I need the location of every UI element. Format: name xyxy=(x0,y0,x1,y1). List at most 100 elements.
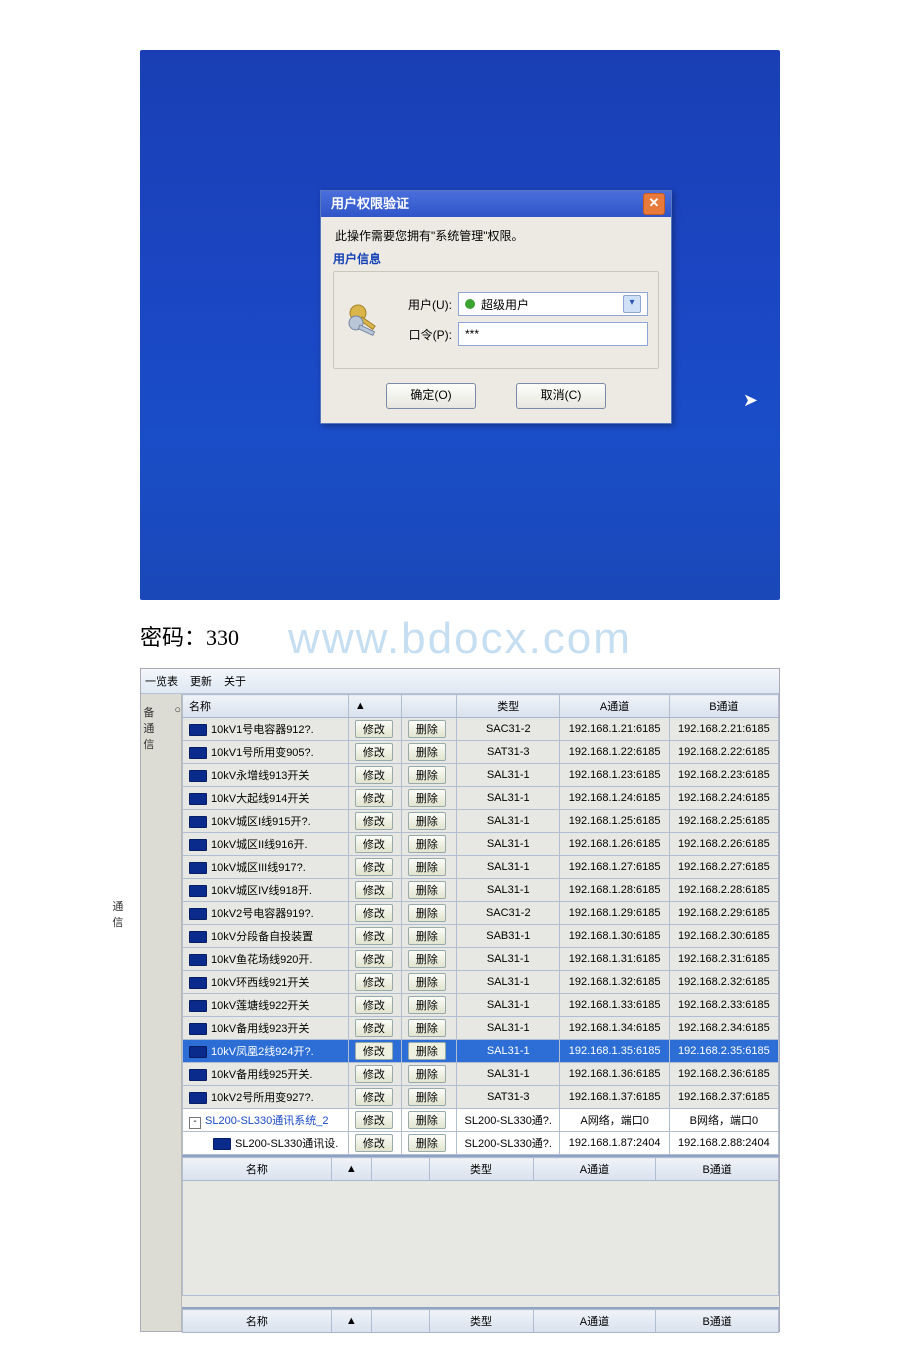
delete-button[interactable]: 删除 xyxy=(408,996,446,1014)
cell-type: SAL31-1 xyxy=(457,1040,560,1063)
edit-button[interactable]: 修改 xyxy=(355,904,393,922)
cell-b: 192.168.2.23:6185 xyxy=(669,764,778,787)
delete-button[interactable]: 删除 xyxy=(408,743,446,761)
bot-col-name[interactable]: 名称 xyxy=(183,1310,332,1333)
close-icon[interactable]: ✕ xyxy=(643,193,665,215)
delete-button[interactable]: 删除 xyxy=(408,927,446,945)
edit-button[interactable]: 修改 xyxy=(355,1134,393,1152)
cell-a: 192.168.1.21:6185 xyxy=(560,718,669,741)
col-name[interactable]: 名称 xyxy=(183,695,349,718)
delete-button[interactable]: 删除 xyxy=(408,904,446,922)
col-type[interactable]: 类型 xyxy=(457,695,560,718)
bot-col-a[interactable]: A通道 xyxy=(533,1310,656,1333)
table-row[interactable]: 10kV2号电容器919?.修改删除SAC31-2192.168.1.29:61… xyxy=(183,902,779,925)
edit-button[interactable]: 修改 xyxy=(355,789,393,807)
delete-button[interactable]: 删除 xyxy=(408,812,446,830)
table-row[interactable]: 10kV1号电容器912?.修改删除SAC31-2192.168.1.21:61… xyxy=(183,718,779,741)
edit-button[interactable]: 修改 xyxy=(355,858,393,876)
sub-col-b[interactable]: B通道 xyxy=(656,1158,779,1181)
bot-col-type[interactable]: 类型 xyxy=(429,1310,533,1333)
cell-a: 192.168.1.33:6185 xyxy=(560,994,669,1017)
delete-button[interactable]: 删除 xyxy=(408,858,446,876)
password-input[interactable]: *** xyxy=(458,322,648,346)
edit-button[interactable]: 修改 xyxy=(355,1019,393,1037)
col-sort[interactable]: ▲ xyxy=(348,695,401,718)
table-row[interactable]: 10kV永增线913开关修改删除SAL31-1192.168.1.23:6185… xyxy=(183,764,779,787)
device-icon xyxy=(189,1069,207,1081)
edit-button[interactable]: 修改 xyxy=(355,720,393,738)
table-row[interactable]: 10kV环西线921开关修改删除SAL31-1192.168.1.32:6185… xyxy=(183,971,779,994)
table-row[interactable]: 10kV备用线925开关.修改删除SAL31-1192.168.1.36:618… xyxy=(183,1063,779,1086)
edit-button[interactable]: 修改 xyxy=(355,973,393,991)
tree-row[interactable]: -SL200-SL330通讯系统_2修改删除SL200-SL330通?.A网络，… xyxy=(183,1109,779,1132)
sub-col-sort[interactable]: ▲ xyxy=(331,1158,371,1181)
table-row[interactable]: 10kV大起线914开关修改删除SAL31-1192.168.1.24:6185… xyxy=(183,787,779,810)
delete-button[interactable]: 删除 xyxy=(408,1042,446,1060)
edit-button[interactable]: 修改 xyxy=(355,1088,393,1106)
tree-expander-icon[interactable]: - xyxy=(189,1117,201,1129)
table-row[interactable]: 10kV城区IV线918开.修改删除SAL31-1192.168.1.28:61… xyxy=(183,879,779,902)
table-row[interactable]: 10kV分段备自投装置修改删除SAB31-1192.168.1.30:61851… xyxy=(183,925,779,948)
toolbar-about[interactable]: 关于 xyxy=(224,673,246,689)
delete-button[interactable]: 删除 xyxy=(408,720,446,738)
col-b[interactable]: B通道 xyxy=(669,695,778,718)
edit-button[interactable]: 修改 xyxy=(355,743,393,761)
cell-a: 192.168.1.28:6185 xyxy=(560,879,669,902)
cell-a: A网络，端口0 xyxy=(560,1109,669,1132)
edit-button[interactable]: 修改 xyxy=(355,766,393,784)
toolbar-list[interactable]: 一览表 xyxy=(145,673,178,689)
side-tab-comm2[interactable]: 通信 xyxy=(112,898,123,1325)
table-row[interactable]: 10kV备用线923开关修改删除SAL31-1192.168.1.34:6185… xyxy=(183,1017,779,1040)
user-label: 用户(U): xyxy=(392,296,458,313)
table-row[interactable]: 10kV2号所用变927?.修改删除SAT31-3192.168.1.37:61… xyxy=(183,1086,779,1109)
side-tab-comm1[interactable]: 备通信 xyxy=(143,704,154,1325)
table-row[interactable]: 10kV城区II线916开.修改删除SAL31-1192.168.1.26:61… xyxy=(183,833,779,856)
sub-col-a[interactable]: A通道 xyxy=(533,1158,656,1181)
cursor-icon: ➤ xyxy=(743,390,758,411)
col-a[interactable]: A通道 xyxy=(560,695,669,718)
delete-button[interactable]: 删除 xyxy=(408,881,446,899)
edit-button[interactable]: 修改 xyxy=(355,1111,393,1129)
sub-col-type[interactable]: 类型 xyxy=(429,1158,533,1181)
cell-a: 192.168.1.30:6185 xyxy=(560,925,669,948)
cell-type: SAT31-3 xyxy=(457,1086,560,1109)
watermark-text: www.bdocx.com xyxy=(0,614,920,664)
delete-button[interactable]: 删除 xyxy=(408,789,446,807)
delete-button[interactable]: 删除 xyxy=(408,1134,446,1152)
edit-button[interactable]: 修改 xyxy=(355,927,393,945)
cancel-button[interactable]: 取消(C) xyxy=(516,383,606,409)
edit-button[interactable]: 修改 xyxy=(355,996,393,1014)
delete-button[interactable]: 删除 xyxy=(408,835,446,853)
sub-col-name[interactable]: 名称 xyxy=(183,1158,332,1181)
edit-button[interactable]: 修改 xyxy=(355,1065,393,1083)
user-dropdown[interactable]: 超级用户 ▾ xyxy=(458,292,648,316)
ok-button[interactable]: 确定(O) xyxy=(386,383,476,409)
cell-type: SAL31-1 xyxy=(457,856,560,879)
delete-button[interactable]: 删除 xyxy=(408,950,446,968)
delete-button[interactable]: 删除 xyxy=(408,1065,446,1083)
delete-button[interactable]: 删除 xyxy=(408,1019,446,1037)
cell-type: SAL31-1 xyxy=(457,1063,560,1086)
table-row[interactable]: 10kV城区I线915开?.修改删除SAL31-1192.168.1.25:61… xyxy=(183,810,779,833)
edit-button[interactable]: 修改 xyxy=(355,1042,393,1060)
table-row[interactable]: 10kV莲塘线922开关修改删除SAL31-1192.168.1.33:6185… xyxy=(183,994,779,1017)
edit-button[interactable]: 修改 xyxy=(355,950,393,968)
delete-button[interactable]: 删除 xyxy=(408,1088,446,1106)
edit-button[interactable]: 修改 xyxy=(355,835,393,853)
table-row[interactable]: 10kV鱼花场线920开.修改删除SAL31-1192.168.1.31:618… xyxy=(183,948,779,971)
table-row[interactable]: 10kV凤凰2线924开?.修改删除SAL31-1192.168.1.35:61… xyxy=(183,1040,779,1063)
delete-button[interactable]: 删除 xyxy=(408,973,446,991)
dialog-title: 用户权限验证 xyxy=(331,191,409,217)
bot-col-b[interactable]: B通道 xyxy=(656,1310,779,1333)
tree-row[interactable]: SL200-SL330通讯设.修改删除SL200-SL330通?.192.168… xyxy=(183,1132,779,1155)
chevron-down-icon[interactable]: ▾ xyxy=(623,295,641,313)
bot-col-sort[interactable]: ▲ xyxy=(331,1310,371,1333)
table-row[interactable]: 10kV1号所用变905?.修改删除SAT31-3192.168.1.22:61… xyxy=(183,741,779,764)
side-tab-1[interactable]: ○ xyxy=(174,704,181,1325)
table-row[interactable]: 10kV城区III线917?.修改删除SAL31-1192.168.1.27:6… xyxy=(183,856,779,879)
delete-button[interactable]: 删除 xyxy=(408,1111,446,1129)
edit-button[interactable]: 修改 xyxy=(355,812,393,830)
toolbar-refresh[interactable]: 更新 xyxy=(190,673,212,689)
delete-button[interactable]: 删除 xyxy=(408,766,446,784)
edit-button[interactable]: 修改 xyxy=(355,881,393,899)
